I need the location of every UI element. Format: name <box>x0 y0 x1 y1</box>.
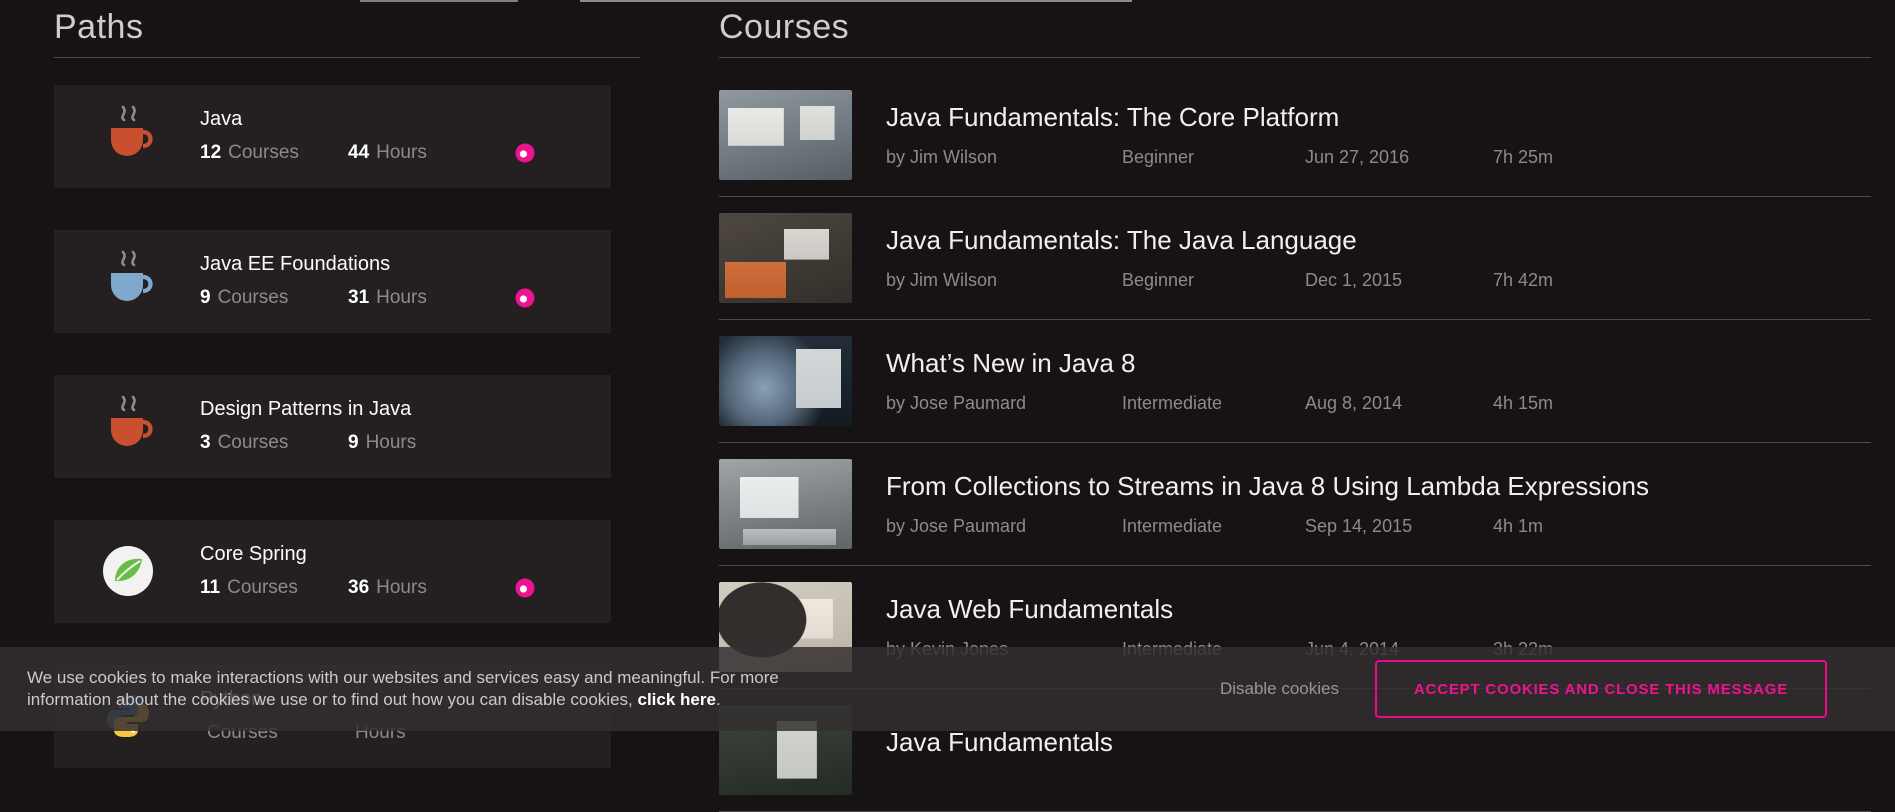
course-meta: by Jose Paumard Intermediate Aug 8, 2014… <box>886 393 1553 414</box>
accept-cookies-button[interactable]: ACCEPT COOKIES AND CLOSE THIS MESSAGE <box>1375 660 1827 718</box>
course-row[interactable]: From Collections to Streams in Java 8 Us… <box>719 443 1871 566</box>
path-courses: 9Courses <box>200 287 348 309</box>
path-badge-icon <box>514 142 536 164</box>
course-row[interactable]: Java Fundamentals: The Java Language by … <box>719 197 1871 320</box>
course-level: Intermediate <box>1122 516 1305 537</box>
cookie-click-here-link[interactable]: click here <box>637 690 715 709</box>
course-thumbnail[interactable] <box>719 213 852 303</box>
path-badge-icon <box>514 287 536 309</box>
course-row[interactable]: Java Fundamentals: The Core Platform by … <box>719 74 1871 197</box>
path-card-design-patterns-in-java[interactable]: Design Patterns in Java 3Courses 9Hours <box>54 375 611 478</box>
course-date: Jun 27, 2016 <box>1305 147 1493 168</box>
path-courses: 12Courses <box>200 142 348 164</box>
path-card-java[interactable]: Java 12Courses 44Hours <box>54 85 611 188</box>
course-duration: 7h 42m <box>1493 270 1553 291</box>
paths-heading: Paths <box>54 0 640 49</box>
course-thumbnail[interactable] <box>719 459 852 549</box>
course-thumbnail[interactable] <box>719 90 852 180</box>
path-card-java-ee-foundations[interactable]: Java EE Foundations 9Courses 31Hours <box>54 230 611 333</box>
disable-cookies-button[interactable]: Disable cookies <box>1220 679 1339 699</box>
path-hours: 9Hours <box>348 432 470 454</box>
course-title-link[interactable]: Java Web Fundamentals <box>886 594 1553 625</box>
cookie-message-end: . <box>716 690 721 709</box>
path-hours: 36Hours <box>348 577 470 599</box>
java-coffee-cup-icon <box>92 238 164 324</box>
course-meta: by Jim Wilson Beginner Jun 27, 2016 7h 2… <box>886 147 1553 168</box>
course-meta: by Jim Wilson Beginner Dec 1, 2015 7h 42… <box>886 270 1553 291</box>
course-date: Aug 8, 2014 <box>1305 393 1493 414</box>
course-duration: 4h 1m <box>1493 516 1543 537</box>
path-hours: 44Hours <box>348 142 470 164</box>
path-title: Design Patterns in Java <box>200 398 470 421</box>
path-title: Java EE Foundations <box>200 253 536 276</box>
course-level: Beginner <box>1122 270 1305 291</box>
path-card-core-spring[interactable]: Core Spring 11Courses 36Hours <box>54 520 611 623</box>
course-author: by Jim Wilson <box>886 270 1122 291</box>
course-author: by Jim Wilson <box>886 147 1122 168</box>
path-badge-icon <box>514 577 536 599</box>
spring-leaf-icon <box>92 528 164 614</box>
course-date: Dec 1, 2015 <box>1305 270 1493 291</box>
course-title-link[interactable]: From Collections to Streams in Java 8 Us… <box>886 471 1649 502</box>
course-title-link[interactable]: Java Fundamentals: The Core Platform <box>886 102 1553 133</box>
course-title-link[interactable]: What’s New in Java 8 <box>886 348 1553 379</box>
java-coffee-cup-icon <box>92 93 164 179</box>
course-author: by Jose Paumard <box>886 516 1122 537</box>
path-courses: 3Courses <box>200 432 348 454</box>
course-author: by Jose Paumard <box>886 393 1122 414</box>
path-title: Core Spring <box>200 543 536 566</box>
course-duration: 4h 15m <box>1493 393 1553 414</box>
course-date: Sep 14, 2015 <box>1305 516 1493 537</box>
section-divider <box>54 57 640 58</box>
java-coffee-cup-icon <box>92 383 164 469</box>
course-row[interactable]: What’s New in Java 8 by Jose Paumard Int… <box>719 320 1871 443</box>
courses-heading: Courses <box>719 0 1871 49</box>
course-meta: by Jose Paumard Intermediate Sep 14, 201… <box>886 516 1649 537</box>
course-title-link[interactable]: Java Fundamentals <box>886 727 1493 758</box>
course-duration: 7h 25m <box>1493 147 1553 168</box>
cookie-banner: We use cookies to make interactions with… <box>0 647 1895 731</box>
path-title: Java <box>200 108 536 131</box>
path-hours: 31Hours <box>348 287 470 309</box>
path-courses: 11Courses <box>200 577 348 599</box>
cookie-message: We use cookies to make interactions with… <box>27 667 827 711</box>
course-thumbnail[interactable] <box>719 336 852 426</box>
course-level: Intermediate <box>1122 393 1305 414</box>
course-title-link[interactable]: Java Fundamentals: The Java Language <box>886 225 1553 256</box>
course-level: Beginner <box>1122 147 1305 168</box>
